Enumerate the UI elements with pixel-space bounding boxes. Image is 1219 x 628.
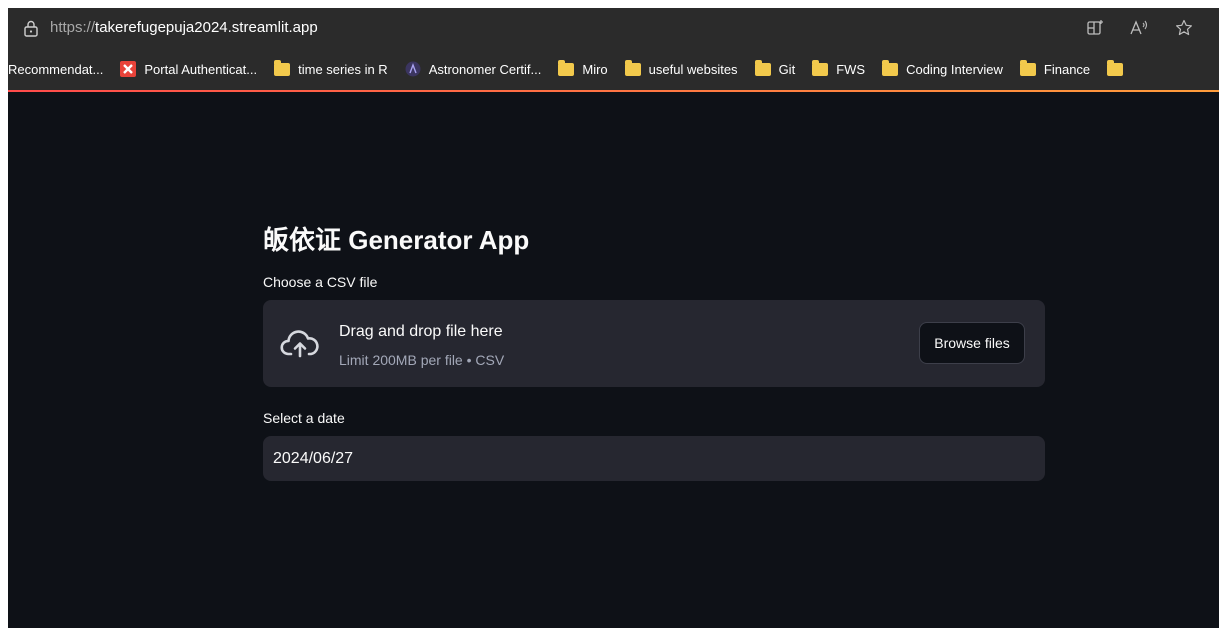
bookmark-label: Miro [582,61,608,77]
bookmark-astronomer[interactable]: Astronomer Certif... [405,61,542,77]
read-aloud-icon[interactable] [1129,18,1149,38]
date-input-label: Select a date [263,410,345,426]
bookmark-time-series[interactable]: time series in R [274,59,388,77]
red-x-logo-icon [120,61,137,77]
bookmark-label: Recommendat... [8,61,104,77]
folder-icon [812,59,829,76]
url-protocol: https:// [50,19,96,36]
file-uploader-label: Choose a CSV file [263,274,378,290]
bookmark-coding-interview[interactable]: Coding Interview [882,59,1003,77]
date-value: 2024/06/27 [273,449,354,467]
address-bar[interactable]: https://takerefugepuja2024.streamlit.app [8,8,1219,48]
bookmark-label: Astronomer Certif... [428,61,542,77]
bookmark-finance[interactable]: Finance [1019,59,1091,77]
date-input[interactable]: 2024/06/27 [263,436,1045,481]
bookmark-label: useful websites [648,61,738,77]
bookmark-git[interactable]: Git [754,59,796,77]
folder-icon [558,59,575,76]
astronomer-logo-icon [405,61,421,77]
url-field[interactable]: https://takerefugepuja2024.streamlit.app [50,19,318,36]
bookmark-overflow[interactable] [1107,59,1131,76]
bookmarks-bar: Recommendat... Portal Authenticat... tim… [8,48,1219,90]
bookmark-label: Git [778,61,796,77]
browse-files-button[interactable]: Browse files [919,322,1025,364]
favorite-star-icon[interactable] [1174,18,1194,38]
folder-icon [1019,59,1036,76]
browser-window: https://takerefugepuja2024.streamlit.app… [8,8,1219,628]
bookmark-useful-websites[interactable]: useful websites [624,59,738,77]
bookmark-recommendations[interactable]: Recommendat... [8,62,103,77]
cloud-upload-icon [280,330,319,358]
bookmark-miro[interactable]: Miro [558,59,608,77]
folder-icon [274,59,291,76]
bookmark-label: Coding Interview [906,61,1003,77]
split-screen-icon[interactable] [1085,18,1105,38]
bookmark-label: Portal Authenticat... [144,61,258,77]
dropzone-instructions: Drag and drop file here [339,323,503,340]
folder-icon [882,59,899,76]
folder-icon [624,59,641,76]
url-host: takerefugepuja2024.streamlit.app [95,19,318,36]
bookmark-fws[interactable]: FWS [812,59,866,77]
dropzone-limit-text: Limit 200MB per file • CSV [339,352,505,368]
file-dropzone[interactable]: Drag and drop file here Limit 200MB per … [263,300,1045,387]
lock-icon [24,20,38,37]
bookmark-label: FWS [836,61,866,77]
folder-icon [754,59,771,76]
bookmark-portal-authentication[interactable]: Portal Authenticat... [120,61,257,77]
header-accent-line [8,90,1219,92]
folder-icon [1107,59,1124,76]
bookmark-label: time series in R [298,61,388,77]
bookmark-label: Finance [1043,61,1091,77]
page-title: 皈依证 Generator App [263,225,530,255]
